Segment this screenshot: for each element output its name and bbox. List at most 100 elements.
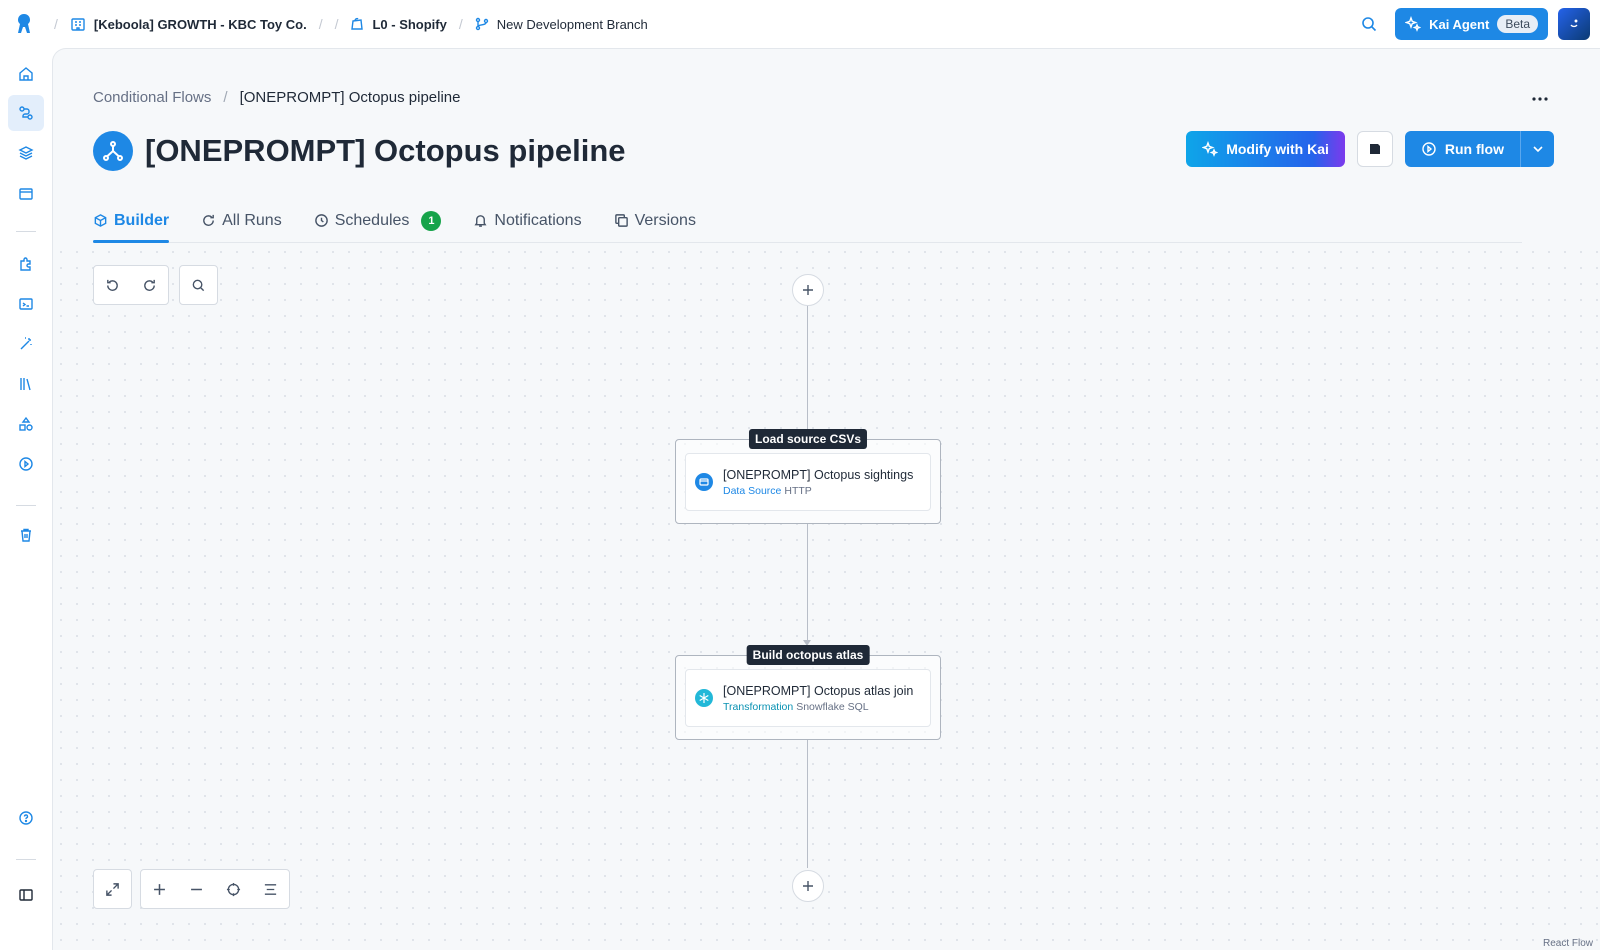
- sidebar-item-catalog[interactable]: [8, 366, 44, 402]
- search-icon: [1362, 17, 1377, 32]
- run-flow-dropdown[interactable]: [1520, 131, 1554, 167]
- sidebar-divider: [16, 505, 36, 506]
- sidebar-item-flows[interactable]: [8, 95, 44, 131]
- magic-wand-icon: [20, 337, 32, 350]
- zoom-in-button[interactable]: [141, 870, 178, 908]
- breadcrumb-separator: /: [54, 16, 58, 32]
- bell-icon: [474, 215, 487, 227]
- top-bar: / [Keboola] GROWTH - KBC Toy Co. / / L0 …: [0, 0, 1600, 48]
- user-avatar[interactable]: [1558, 8, 1590, 40]
- sidebar: [0, 48, 52, 950]
- terminal-icon: [19, 298, 33, 310]
- snowflake-icon: [695, 689, 713, 707]
- save-icon: [1369, 144, 1380, 154]
- expand-icon: [106, 882, 119, 896]
- task-card[interactable]: [ONEPROMPT] Octopus sightings Data Sourc…: [685, 453, 931, 511]
- kai-agent-button[interactable]: Kai Agent Beta: [1395, 8, 1548, 40]
- sidebar-item-help[interactable]: [8, 800, 44, 836]
- chevron-down-icon: [1532, 146, 1543, 153]
- search-button[interactable]: [1353, 8, 1385, 40]
- play-circle-icon: [1422, 142, 1436, 156]
- page-title: [ONEPROMPT] Octopus pipeline: [145, 133, 626, 168]
- breadcrumb-separator: /: [334, 16, 339, 32]
- fit-view-button[interactable]: [215, 870, 252, 908]
- tab-builder-label: Builder: [114, 211, 170, 229]
- react-flow-attribution[interactable]: React Flow: [1543, 938, 1593, 949]
- tab-versions-label: Versions: [634, 211, 696, 229]
- edge-line: [807, 740, 808, 868]
- phase-label: Build octopus atlas: [746, 645, 870, 665]
- task-component: Snowflake SQL: [796, 700, 869, 713]
- undo-button[interactable]: [94, 266, 131, 304]
- sidebar-divider: [16, 231, 36, 232]
- keboola-logo-icon[interactable]: [0, 0, 48, 48]
- add-phase-bottom-button[interactable]: [792, 870, 824, 902]
- phase-build-octopus-atlas[interactable]: Build octopus atlas [ONEPROMPT] Octopus …: [675, 645, 941, 740]
- sidebar-item-data-apps[interactable]: [8, 406, 44, 442]
- help-circle-icon: [19, 811, 33, 825]
- data-source-icon: [695, 473, 713, 491]
- config-crumb[interactable]: L0 - Shopify: [344, 17, 452, 32]
- branch-selector[interactable]: New Development Branch: [469, 17, 654, 32]
- sidebar-panel-icon: [19, 889, 33, 901]
- config-name: L0 - Shopify: [372, 16, 447, 32]
- modify-with-kai-label: Modify with Kai: [1226, 141, 1329, 157]
- phase-load-source-csvs[interactable]: Load source CSVs [ONEPROMPT] Octopus sig…: [675, 429, 941, 524]
- conditional-flow-icon: [93, 131, 133, 171]
- more-options-button[interactable]: [1526, 85, 1554, 113]
- tab-schedules-label: Schedules: [334, 211, 410, 229]
- tab-all-runs[interactable]: All Runs: [201, 199, 282, 242]
- save-button[interactable]: [1356, 131, 1393, 167]
- kai-agent-label: Kai Agent: [1429, 16, 1490, 32]
- task-component: HTTP: [784, 484, 812, 497]
- redo-icon: [144, 279, 155, 291]
- fullscreen-toolbar: [93, 869, 132, 909]
- task-name: [ONEPROMPT] Octopus sightings: [723, 467, 914, 482]
- tab-schedules[interactable]: Schedules 1: [314, 199, 442, 242]
- refresh-icon: [203, 214, 215, 226]
- add-phase-top-button[interactable]: [792, 274, 824, 306]
- sidebar-item-trash[interactable]: [8, 517, 44, 553]
- sidebar-item-components[interactable]: [8, 246, 44, 282]
- sidebar-item-magic[interactable]: [8, 326, 44, 362]
- sidebar-item-jobs[interactable]: [8, 446, 44, 482]
- tab-builder[interactable]: Builder: [93, 199, 170, 243]
- breadcrumb-conditional-flows[interactable]: Conditional Flows: [93, 89, 211, 106]
- run-flow-button[interactable]: Run flow: [1404, 131, 1520, 167]
- sparkles-icon: [1202, 141, 1219, 157]
- align-center-icon: [264, 883, 277, 895]
- search-icon: [192, 279, 205, 291]
- sidebar-item-transformations[interactable]: [8, 286, 44, 322]
- canvas-search-button[interactable]: [180, 266, 217, 304]
- sidebar-item-storage[interactable]: [8, 135, 44, 171]
- task-type: Data Source: [723, 484, 782, 497]
- top-right-actions: Kai Agent Beta: [1353, 8, 1590, 40]
- tab-versions[interactable]: Versions: [614, 199, 696, 242]
- shapes-icon: [19, 416, 33, 431]
- building-icon: [71, 18, 85, 31]
- fullscreen-button[interactable]: [94, 870, 131, 908]
- zoom-out-button[interactable]: [178, 870, 215, 908]
- header-actions: Modify with Kai Run flow: [1186, 131, 1554, 167]
- run-flow-group: Run flow: [1404, 131, 1554, 167]
- redo-button[interactable]: [131, 266, 168, 304]
- sidebar-item-home[interactable]: [8, 56, 44, 92]
- canvas-search-toolbar: [179, 265, 218, 305]
- phase-label: Load source CSVs: [748, 429, 868, 449]
- flow-canvas[interactable]: Load source CSVs [ONEPROMPT] Octopus sig…: [53, 244, 1600, 950]
- shopify-icon: [351, 17, 364, 30]
- undo-icon: [107, 279, 118, 291]
- plus-icon: [803, 285, 813, 295]
- modify-with-kai-button[interactable]: Modify with Kai: [1186, 131, 1345, 167]
- sparkles-icon: [1405, 16, 1422, 32]
- flow-icon: [19, 106, 33, 120]
- task-card[interactable]: [ONEPROMPT] Octopus atlas join Transform…: [685, 669, 931, 727]
- tab-notifications[interactable]: Notifications: [473, 199, 582, 242]
- crosshair-icon: [226, 882, 241, 896]
- auto-layout-button[interactable]: [252, 870, 289, 908]
- breadcrumb: Conditional Flows / [ONEPROMPT] Octopus …: [93, 89, 460, 106]
- task-name: [ONEPROMPT] Octopus atlas join: [723, 683, 914, 698]
- sidebar-item-workspaces[interactable]: [8, 176, 44, 212]
- project-selector[interactable]: [Keboola] GROWTH - KBC Toy Co.: [64, 16, 313, 32]
- sidebar-toggle[interactable]: [8, 877, 44, 913]
